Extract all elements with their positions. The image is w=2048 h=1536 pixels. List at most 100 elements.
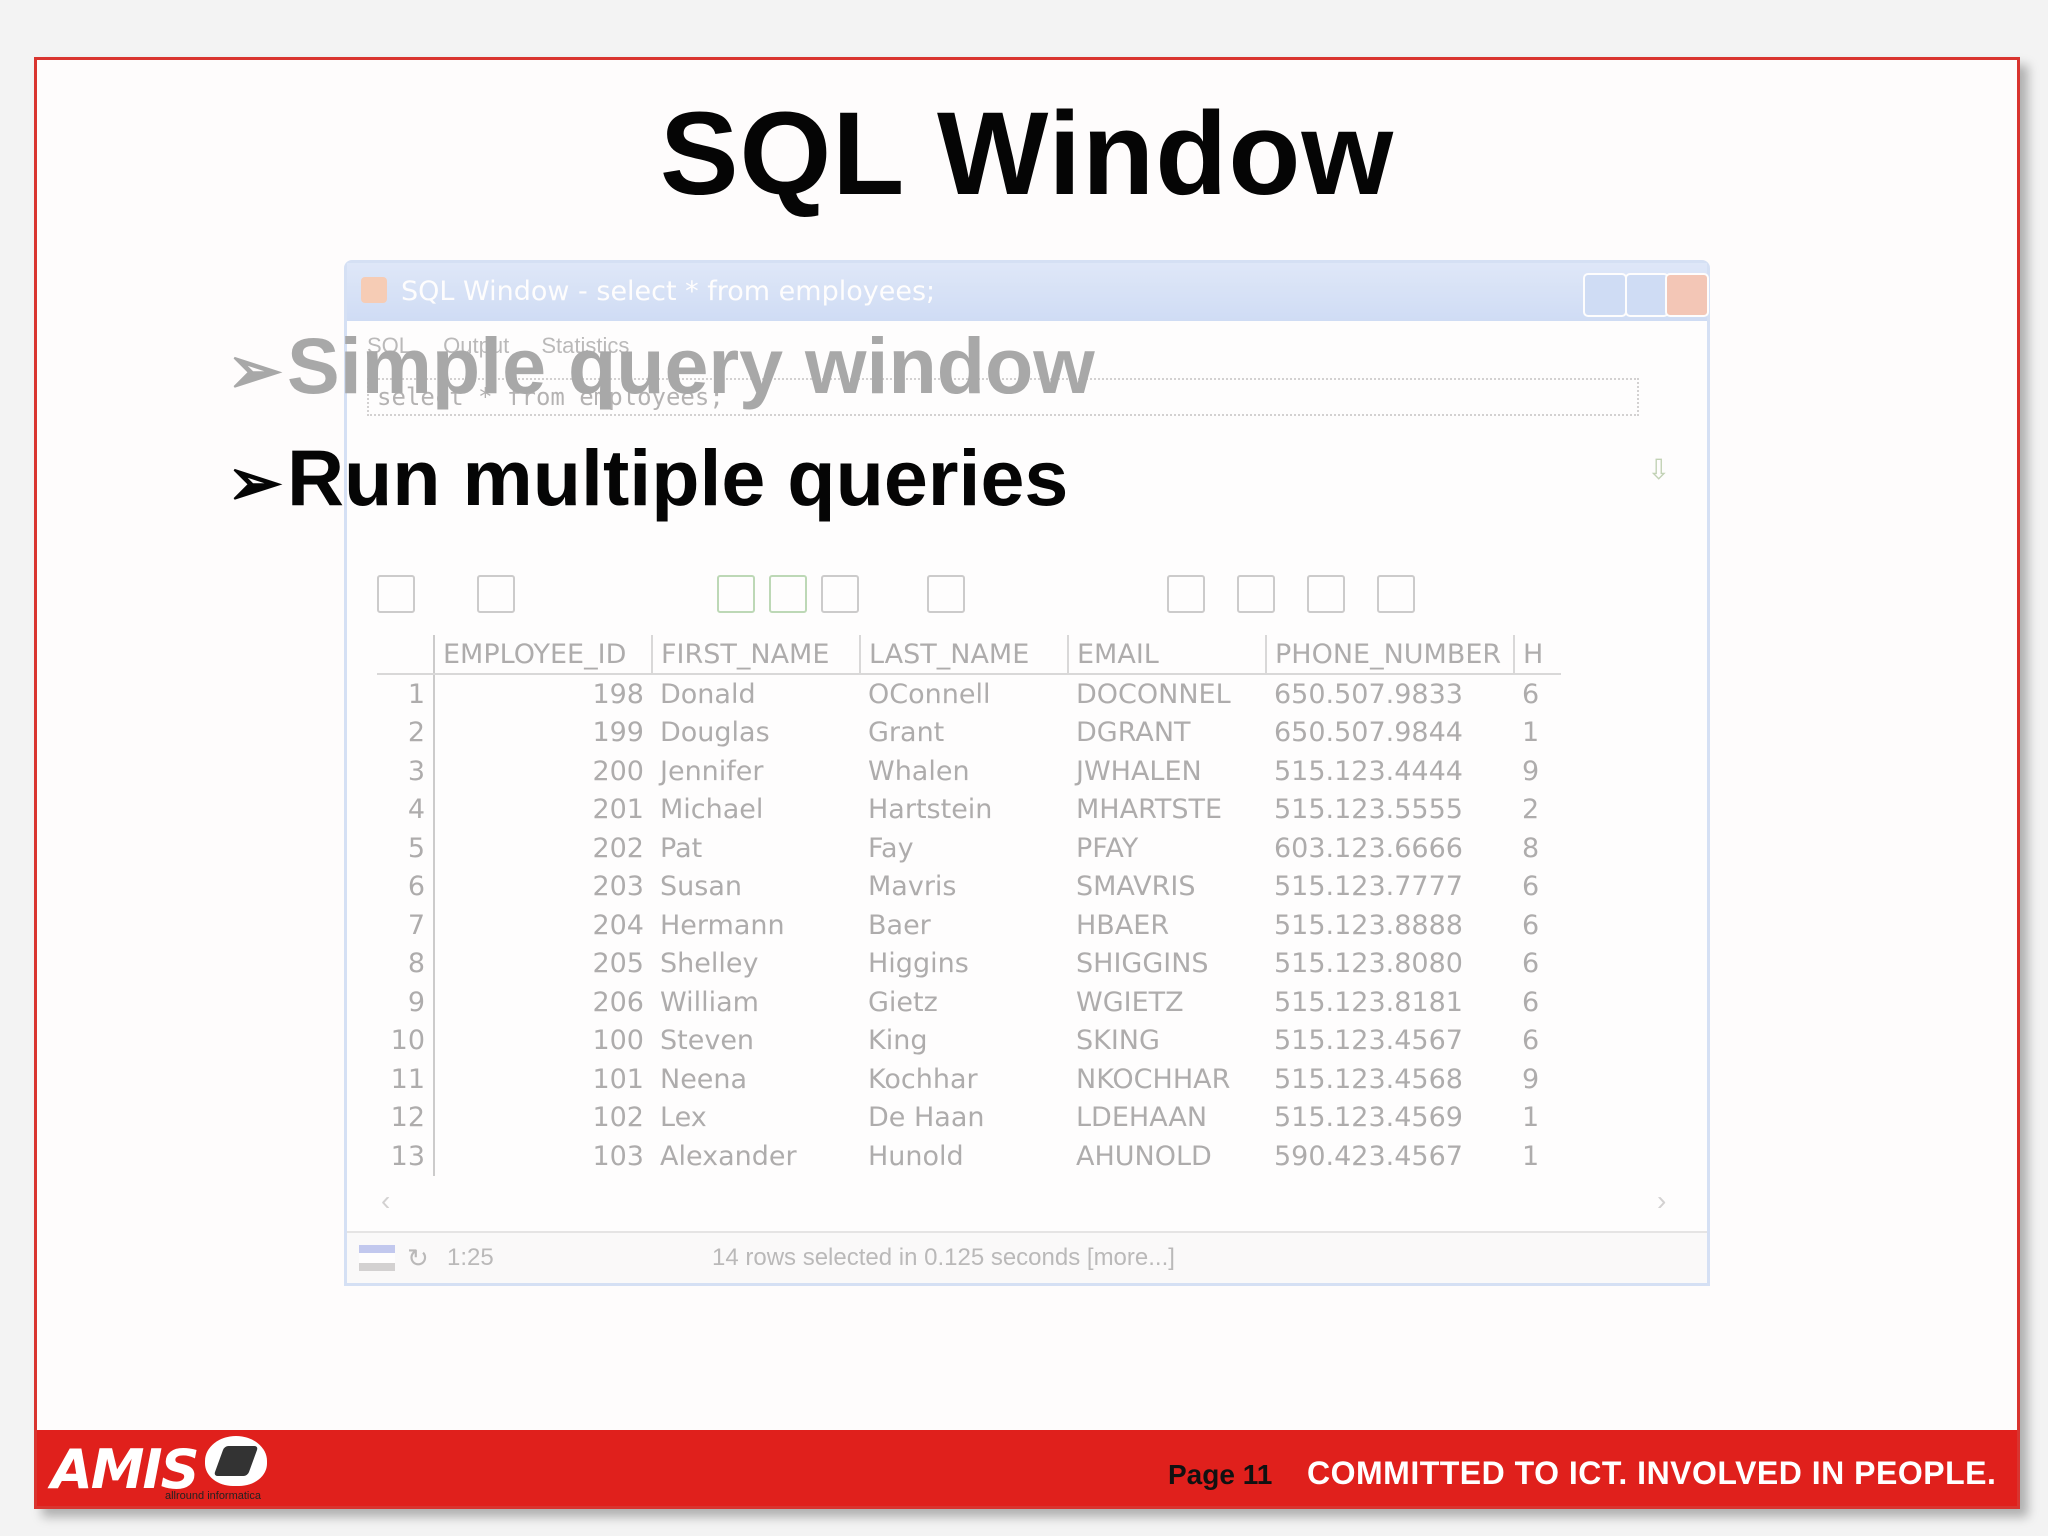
cell-email[interactable]: SKING <box>1068 1022 1266 1061</box>
table-row[interactable]: 6 203 Susan Mavris SMAVRIS 515.123.7777 6 <box>377 867 1561 907</box>
cell-employee-id[interactable]: 103 <box>434 1137 652 1176</box>
grid-icon[interactable] <box>377 575 415 613</box>
row-number[interactable]: 1 <box>377 674 435 714</box>
cell-first-name[interactable]: Hermann <box>652 906 860 945</box>
cell-email[interactable]: HBAER <box>1068 906 1266 945</box>
cell-email[interactable]: DOCONNEL <box>1068 674 1266 714</box>
query-icon[interactable] <box>927 575 965 613</box>
cell-employee-id[interactable]: 100 <box>434 1022 652 1061</box>
row-number[interactable]: 4 <box>377 790 435 829</box>
cell-phone-number[interactable]: 515.123.4444 <box>1266 752 1514 791</box>
cell-first-name[interactable]: William <box>652 983 860 1022</box>
cell-first-name[interactable]: Neena <box>652 1060 860 1099</box>
cell-phone-number[interactable]: 650.507.9844 <box>1266 714 1514 753</box>
cell-hire[interactable]: 6 <box>1514 868 1561 907</box>
maximize-icon[interactable] <box>1625 273 1669 317</box>
cell-email[interactable]: NKOCHHAR <box>1068 1060 1266 1099</box>
column-header[interactable]: EMPLOYEE_ID <box>434 635 653 675</box>
cell-last-name[interactable]: Whalen <box>860 752 1068 791</box>
table-row[interactable]: 3 200 Jennifer Whalen JWHALEN 515.123.4444 9 <box>377 752 1561 791</box>
cell-employee-id[interactable]: 198 <box>434 674 652 714</box>
cell-first-name[interactable]: Susan <box>652 868 860 907</box>
cell-last-name[interactable]: King <box>860 1022 1068 1061</box>
cell-phone-number[interactable]: 590.423.4567 <box>1266 1137 1514 1176</box>
row-number[interactable]: 7 <box>377 906 435 945</box>
cell-employee-id[interactable]: 201 <box>434 791 652 830</box>
table-row[interactable]: 11 101 Neena Kochhar NKOCHHAR 515.123.4568 9 <box>377 1060 1561 1099</box>
status-message[interactable]: 14 rows selected in 0.125 seconds [more.… <box>712 1233 1175 1283</box>
minimize-icon[interactable] <box>1583 273 1627 317</box>
cell-first-name[interactable]: Douglas <box>652 714 860 753</box>
table-row[interactable]: 4 201 Michael Hartstein MHARTSTE 515.123.5555… <box>377 790 1561 830</box>
cell-first-name[interactable]: Donald <box>652 674 860 714</box>
cell-hire[interactable]: 1 <box>1514 714 1561 753</box>
refresh-icon[interactable]: ↻ <box>407 1233 429 1283</box>
cell-email[interactable]: JWHALEN <box>1068 752 1266 791</box>
cell-phone-number[interactable]: 515.123.4567 <box>1266 1022 1514 1061</box>
cell-phone-number[interactable]: 515.123.4569 <box>1266 1099 1514 1138</box>
table-row[interactable]: 9 206 William Gietz WGIETZ 515.123.8181 6 <box>377 983 1561 1022</box>
cell-email[interactable]: DGRANT <box>1068 714 1266 753</box>
cell-employee-id[interactable]: 200 <box>434 752 652 791</box>
column-header[interactable]: LAST_NAME <box>860 635 1069 675</box>
cell-employee-id[interactable]: 203 <box>434 868 652 907</box>
cell-hire[interactable]: 9 <box>1514 1060 1561 1099</box>
cell-phone-number[interactable]: 515.123.8080 <box>1266 945 1514 984</box>
result-grid[interactable]: EMPLOYEE_ID FIRST_NAME LAST_NAME EMAIL P… <box>377 635 1561 1176</box>
cell-last-name[interactable]: Hartstein <box>860 791 1068 830</box>
row-number[interactable]: 5 <box>377 829 435 868</box>
cell-last-name[interactable]: Baer <box>860 906 1068 945</box>
row-number[interactable]: 11 <box>377 1060 435 1099</box>
cell-email[interactable]: SHIGGINS <box>1068 945 1266 984</box>
cell-first-name[interactable]: Michael <box>652 791 860 830</box>
cell-email[interactable]: WGIETZ <box>1068 983 1266 1022</box>
close-icon[interactable] <box>1665 273 1709 317</box>
cell-first-name[interactable]: Jennifer <box>652 752 860 791</box>
row-number[interactable]: 12 <box>377 1098 435 1137</box>
row-number[interactable]: 2 <box>377 713 435 752</box>
cell-phone-number[interactable]: 515.123.4568 <box>1266 1060 1514 1099</box>
cell-last-name[interactable]: Fay <box>860 829 1068 868</box>
table-row[interactable]: 7 204 Hermann Baer HBAER 515.123.8888 6 <box>377 906 1561 945</box>
fetch-next-icon[interactable] <box>717 575 755 613</box>
cell-employee-id[interactable]: 102 <box>434 1099 652 1138</box>
table-row[interactable]: 8 205 Shelley Higgins SHIGGINS 515.123.8080 6 <box>377 944 1561 984</box>
cell-last-name[interactable]: De Haan <box>860 1099 1068 1138</box>
chart-icon[interactable] <box>1377 575 1415 613</box>
cell-email[interactable]: MHARTSTE <box>1068 791 1266 830</box>
cell-hire[interactable]: 6 <box>1514 1022 1561 1061</box>
layout-icon[interactable] <box>359 1245 395 1271</box>
cell-hire[interactable]: 6 <box>1514 674 1561 714</box>
fetch-last-icon[interactable] <box>769 575 807 613</box>
cell-employee-id[interactable]: 204 <box>434 906 652 945</box>
cell-hire[interactable]: 6 <box>1514 945 1561 984</box>
cell-phone-number[interactable]: 515.123.8181 <box>1266 983 1514 1022</box>
column-header[interactable]: FIRST_NAME <box>652 635 861 675</box>
cell-phone-number[interactable]: 603.123.6666 <box>1266 829 1514 868</box>
cell-phone-number[interactable]: 515.123.7777 <box>1266 868 1514 907</box>
column-header[interactable]: PHONE_NUMBER <box>1266 635 1515 675</box>
find-icon[interactable] <box>821 575 859 613</box>
cell-last-name[interactable]: OConnell <box>860 674 1068 714</box>
row-number[interactable]: 13 <box>377 1137 435 1176</box>
row-number[interactable]: 8 <box>377 944 435 983</box>
cell-last-name[interactable]: Mavris <box>860 868 1068 907</box>
save-icon[interactable] <box>1237 575 1275 613</box>
cell-hire[interactable]: 8 <box>1514 829 1561 868</box>
lock-icon[interactable] <box>477 575 515 613</box>
cell-first-name[interactable]: Lex <box>652 1099 860 1138</box>
table-row[interactable]: 2 199 Douglas Grant DGRANT 650.507.9844 1 <box>377 713 1561 753</box>
table-row[interactable]: 5 202 Pat Fay PFAY 603.123.6666 8 <box>377 829 1561 868</box>
cell-first-name[interactable]: Pat <box>652 829 860 868</box>
cell-hire[interactable]: 1 <box>1514 1099 1561 1138</box>
row-number[interactable]: 9 <box>377 983 435 1022</box>
cell-employee-id[interactable]: 206 <box>434 983 652 1022</box>
cell-hire[interactable]: 6 <box>1514 983 1561 1022</box>
cell-last-name[interactable]: Hunold <box>860 1137 1068 1176</box>
cell-first-name[interactable]: Shelley <box>652 945 860 984</box>
cell-employee-id[interactable]: 199 <box>434 714 652 753</box>
export-icon[interactable] <box>1167 575 1205 613</box>
cell-employee-id[interactable]: 101 <box>434 1060 652 1099</box>
cell-hire[interactable]: 9 <box>1514 752 1561 791</box>
cell-employee-id[interactable]: 202 <box>434 829 652 868</box>
